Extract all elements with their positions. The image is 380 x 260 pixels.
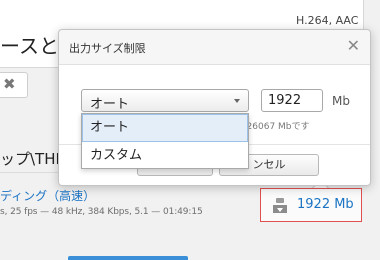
x-icon: ✖ (3, 75, 16, 93)
dropdown-option-auto[interactable]: オート (82, 114, 248, 142)
output-size-label: 1922 Mb (297, 197, 354, 212)
chevron-down-icon (234, 99, 240, 103)
size-icon (273, 198, 287, 213)
size-range-hint: ~26067 Mbです (239, 122, 310, 132)
codec-label: H.264, AAC (296, 14, 359, 27)
output-path: ップ\THE (0, 150, 65, 168)
remove-chip-button[interactable]: ✖ (0, 72, 28, 98)
media-meta: s, 25 fps — 48 kHz, 384 Kbps, 5.1 — 01:4… (0, 207, 203, 217)
size-unit: Mb (332, 94, 350, 108)
size-mode-value: オート (90, 97, 130, 112)
bottom-button[interactable] (68, 256, 188, 260)
size-mode-select[interactable]: オート (81, 89, 249, 112)
dialog-header: 出力サイズ制限 ✕ (59, 30, 370, 65)
size-mode-dropdown: オート カスタム (81, 113, 249, 169)
encode-mode-link[interactable]: ディング（高速） (0, 187, 95, 204)
dropdown-option-custom[interactable]: カスタム (82, 142, 248, 170)
close-icon[interactable]: ✕ (347, 36, 360, 55)
dialog-title: 出力サイズ制限 (69, 42, 146, 55)
size-value-input[interactable] (261, 89, 323, 112)
output-size-button[interactable]: 1922 Mb (260, 188, 362, 222)
